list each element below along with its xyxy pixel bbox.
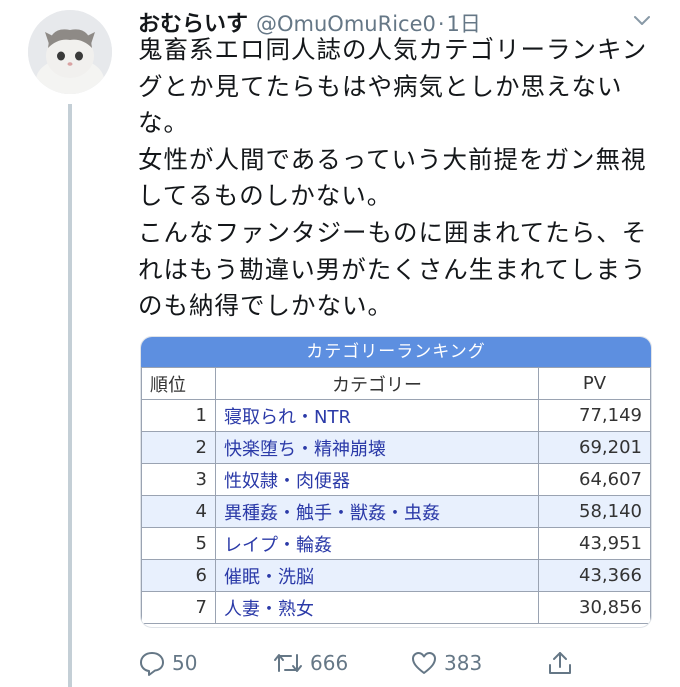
category-cell: 寝取られ・NTR [215, 399, 539, 432]
thread-line [68, 104, 72, 687]
tweet-text: 鬼畜系エロ同人誌の人気カテゴリーランキン グとか見てたらもはや病気としか思えない… [138, 32, 658, 325]
category-cell: 催眠・洗脳 [215, 559, 539, 592]
retweet-count: 666 [310, 651, 349, 675]
reply-icon [140, 652, 164, 676]
reply-count: 50 [172, 651, 198, 675]
pv-cell: 69,201 [538, 431, 651, 464]
tweet-text-line: 女性が人間であるっていう大前提をガン無視 [138, 144, 647, 174]
category-cell: 人妻・熟女 [215, 591, 539, 624]
pv-cell: 43,366 [538, 559, 651, 592]
category-cell: 性奴隷・肉便器 [215, 463, 539, 496]
tweet-text-line: な。 [138, 108, 189, 138]
pv-cell: 77,149 [538, 399, 651, 432]
header-rank: 順位 [141, 367, 216, 400]
table-row: 1 寝取られ・NTR 77,149 [141, 399, 651, 432]
rank-cell: 7 [141, 591, 216, 624]
rank-cell: 2 [141, 431, 216, 464]
retweet-icon [274, 654, 302, 672]
category-cell: レイプ・輪姦 [215, 527, 539, 560]
tweet-text-line: こんなファンタジーものに囲まれてたら、そ [138, 217, 648, 247]
table-row: 2 快楽堕ち・精神崩壊 69,201 [141, 431, 651, 464]
header-pv: PV [538, 367, 651, 400]
avatar[interactable] [28, 10, 112, 94]
rank-cell: 4 [141, 495, 216, 528]
table-row: 5 レイプ・輪姦 43,951 [141, 527, 651, 560]
pv-cell: 43,951 [538, 527, 651, 560]
chevron-down-icon[interactable] [630, 8, 654, 32]
share-button[interactable] [546, 648, 580, 678]
retweet-button[interactable]: 666 [272, 648, 348, 678]
like-count: 383 [444, 651, 483, 675]
category-cell: 快楽堕ち・精神崩壊 [215, 431, 539, 464]
table-row: 7 人妻・熟女 30,856 [141, 591, 651, 624]
rank-cell: 6 [141, 559, 216, 592]
reply-button[interactable]: 50 [138, 648, 197, 678]
ranking-title: カテゴリーランキング [141, 337, 651, 367]
rank-cell: 1 [141, 399, 216, 432]
pv-cell: 58,140 [538, 495, 651, 528]
pv-cell: 64,607 [538, 463, 651, 496]
table-row: 3 性奴隷・肉便器 64,607 [141, 463, 651, 496]
cat-avatar-image [28, 10, 112, 94]
rank-cell: 3 [141, 463, 216, 496]
rank-cell: 5 [141, 527, 216, 560]
like-button[interactable]: 383 [410, 648, 482, 678]
header-category: カテゴリー [215, 367, 539, 400]
category-cell: 異種姦・触手・獣姦・虫姦 [215, 495, 539, 528]
tweet-text-line: のも納得でしかない。 [138, 291, 393, 321]
table-header-row: 順位 カテゴリー PV [141, 367, 651, 400]
ranking-table: 順位 カテゴリー PV 1 寝取られ・NTR 77,149 2 快楽堕ち・精神崩… [141, 367, 651, 624]
table-row: 6 催眠・洗脳 43,366 [141, 559, 651, 592]
tweet-text-line: グとか見てたらもはや病気としか思えない [138, 71, 623, 101]
attached-image-card[interactable]: カテゴリーランキング 順位 カテゴリー PV 1 寝取られ・NTR 77,149… [140, 336, 652, 628]
tweet-actions: 50 666 383 [138, 648, 658, 678]
tweet-text-line: してるものしかない。 [138, 181, 393, 211]
tweet-text-line: 鬼畜系エロ同人誌の人気カテゴリーランキン [138, 35, 648, 64]
table-row: 4 異種姦・触手・獣姦・虫姦 58,140 [141, 495, 651, 528]
share-icon [549, 652, 571, 674]
tweet-text-line: れはもう勘違い男がたくさん生まれてしまう [138, 254, 647, 284]
pv-cell: 30,856 [538, 591, 651, 624]
heart-icon [412, 652, 436, 674]
tweet-header: おむらいす @OmuOmuRice0 · 1日 [138, 6, 658, 37]
